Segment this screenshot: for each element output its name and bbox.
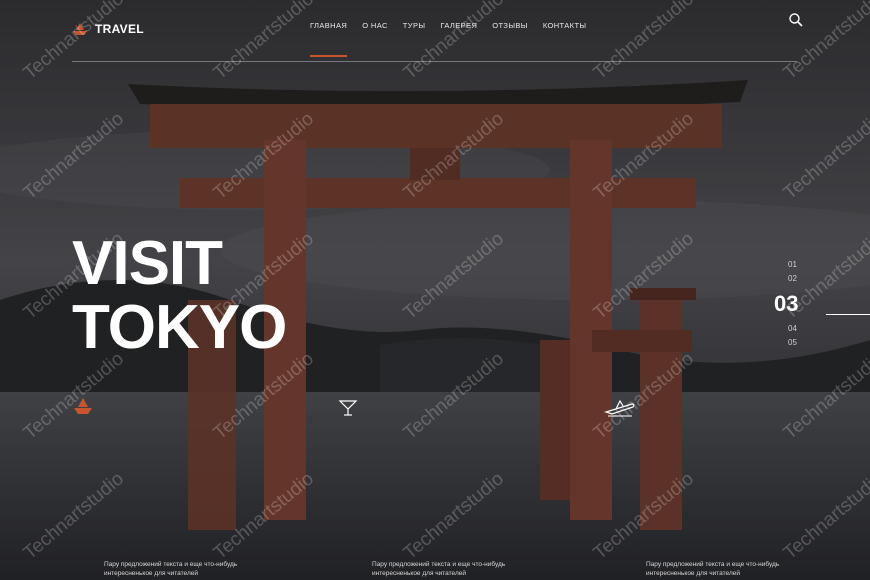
slide-number-1[interactable]: 01 xyxy=(788,258,798,272)
slide-number-4[interactable]: 04 xyxy=(788,322,798,336)
nav-item-contacts[interactable]: КОНТАКТЫ xyxy=(543,21,587,30)
feature-text-1: Пару предложений текста и еще что-нибудь… xyxy=(104,561,238,577)
search-button[interactable] xyxy=(788,12,804,33)
nav-item-home[interactable]: ГЛАВНАЯ xyxy=(310,21,348,57)
slider-pagination: 01 02 03 04 05 xyxy=(774,258,798,350)
boat-logo-icon xyxy=(73,23,87,35)
nav-item-gallery[interactable]: ГАЛЕРЕЯ xyxy=(440,21,477,30)
feature-text-2: Пару предложений текста и еще что-нибудь… xyxy=(372,561,506,577)
plane-icon xyxy=(604,399,635,417)
slide-indicator-line xyxy=(826,314,870,315)
slide-number-5[interactable]: 05 xyxy=(788,336,798,350)
nav-item-reviews[interactable]: ОТЗЫВЫ xyxy=(492,21,528,30)
slide-number-current[interactable]: 03 xyxy=(774,286,798,322)
nav-item-about[interactable]: О НАС xyxy=(362,21,388,30)
nav-item-tours[interactable]: ТУРЫ xyxy=(403,21,426,30)
header-divider xyxy=(72,61,797,62)
main-nav: ГЛАВНАЯ О НАС ТУРЫ ГАЛЕРЕЯ ОТЗЫВЫ КОНТАК… xyxy=(310,21,587,57)
hero-title: VISIT TOKYO xyxy=(72,229,287,362)
boat-icon xyxy=(74,398,92,414)
logo-text: TRAVEL xyxy=(95,22,144,36)
search-icon xyxy=(789,13,803,27)
hero-title-line-1: VISIT xyxy=(72,229,223,298)
hero-title-line-2: TOKYO xyxy=(72,293,287,362)
site-header: TRAVEL ГЛАВНАЯ О НАС ТУРЫ ГАЛЕРЕЯ ОТЗЫВЫ… xyxy=(0,0,870,62)
cocktail-icon xyxy=(338,400,358,416)
slide-number-2[interactable]: 02 xyxy=(788,272,798,286)
feature-text-3: Пару предложений текста и еще что-нибудь… xyxy=(646,561,780,577)
logo[interactable]: TRAVEL xyxy=(72,22,144,36)
